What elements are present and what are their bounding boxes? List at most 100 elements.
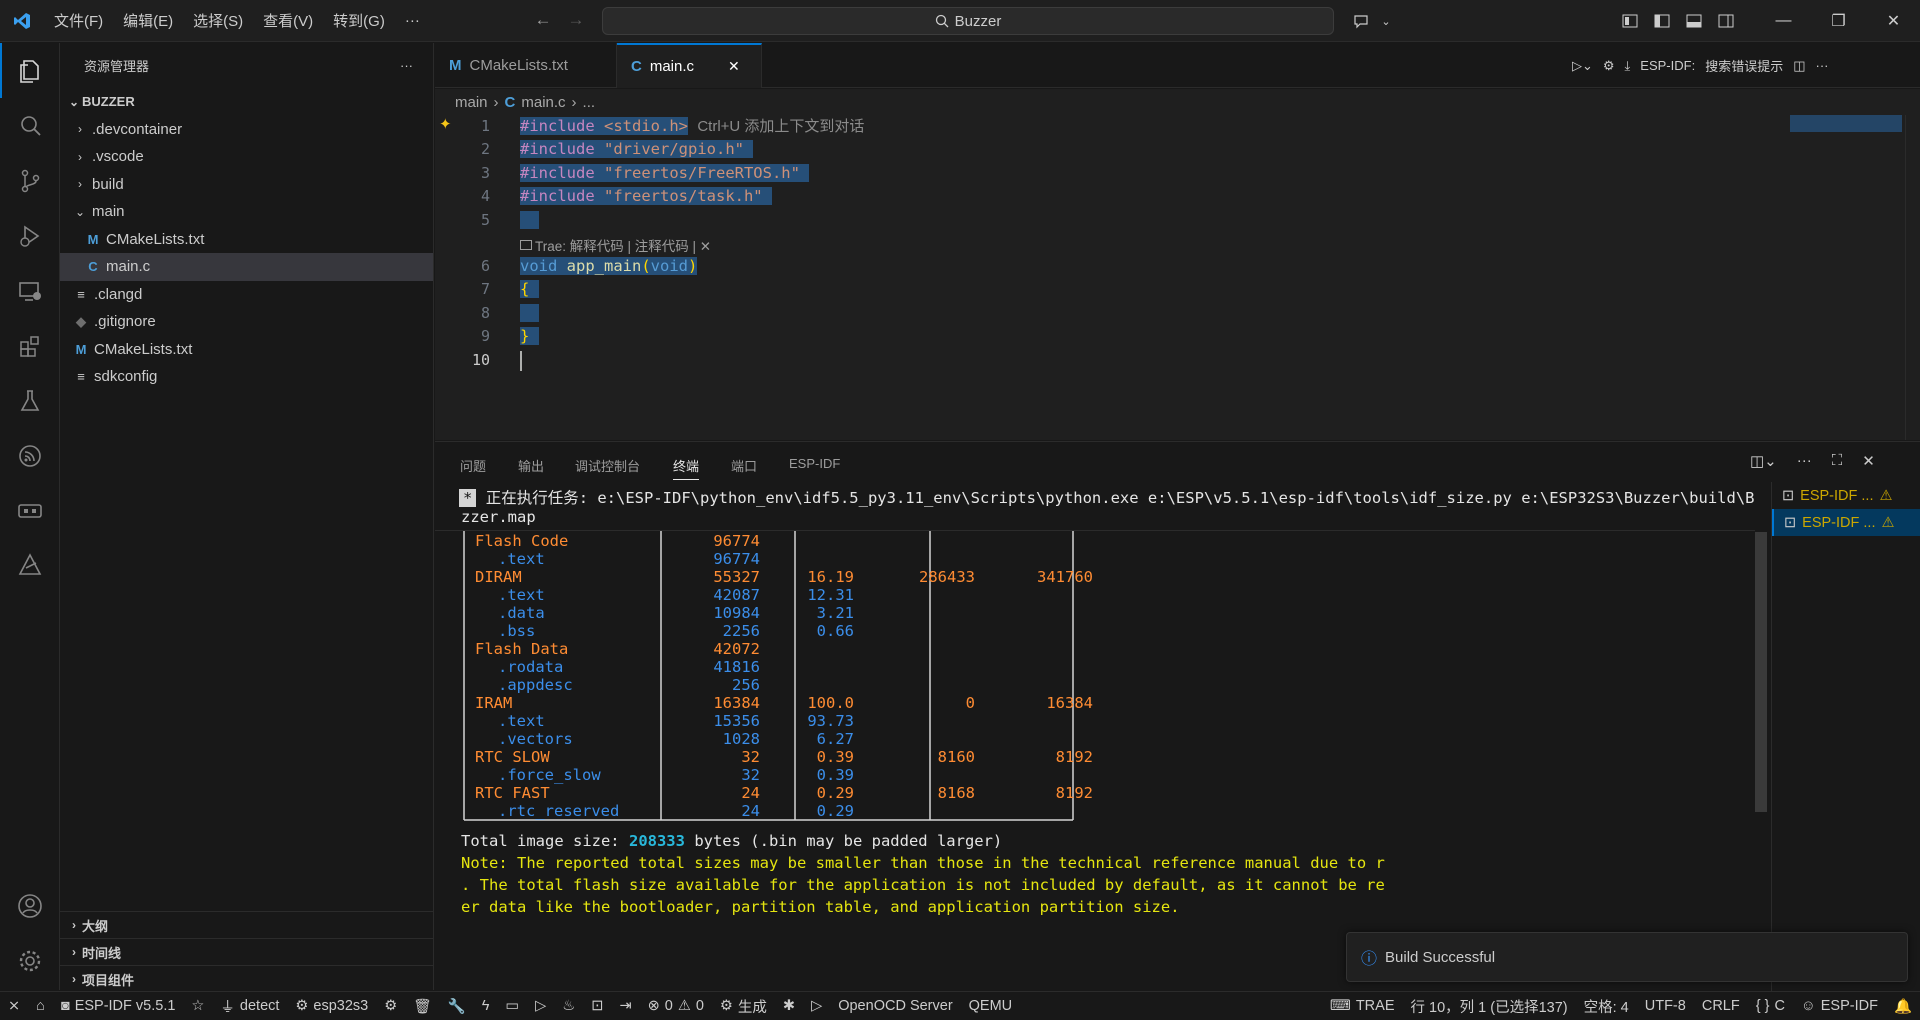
gear-icon[interactable]: ⚙ (1603, 58, 1615, 74)
timeline-section[interactable]: › 时间线 (60, 938, 434, 965)
codelens-text[interactable]: Trae: 解释代码 | 注释代码 | ✕ (535, 235, 711, 255)
explorer-icon[interactable] (0, 43, 60, 98)
menu-view[interactable]: 查看(V) (253, 10, 323, 31)
search-view-icon[interactable] (0, 98, 60, 153)
wrench-icon[interactable]: 🔧 (440, 998, 474, 1015)
breadcrumb-folder[interactable]: main (455, 94, 488, 111)
split-editor-icon[interactable]: ◫ (1793, 58, 1805, 74)
trae-icon[interactable] (0, 538, 60, 593)
openocd-server[interactable]: OpenOCD Server (830, 998, 960, 1014)
terminal-output[interactable]: * 正在执行任务: e:\ESP-IDF\python_env\idf5.5_p… (435, 482, 1755, 991)
menu-more[interactable]: ··· (395, 12, 430, 29)
search-error-hint-button[interactable]: 搜索错误提示 (1705, 56, 1783, 75)
notification-toast[interactable]: ⓘ Build Successful (1346, 932, 1908, 982)
build-button[interactable]: ⚙ 生成 (712, 996, 775, 1017)
panel-tab-ports[interactable]: 端口 (731, 456, 757, 475)
run-debug-dropdown-icon[interactable]: ▷⌄ (1572, 58, 1593, 74)
flash-icon[interactable]: ϟ (474, 998, 498, 1014)
remote-indicator-icon[interactable]: ⨯ (0, 998, 29, 1014)
editor-scrollbar[interactable] (1905, 115, 1920, 440)
source-control-icon[interactable] (0, 153, 60, 208)
panel-tab-debug-console[interactable]: 调试控制台 (575, 456, 640, 475)
toggle-panel-icon[interactable] (1678, 5, 1710, 37)
end-of-line[interactable]: CRLF (1694, 998, 1748, 1014)
toggle-secondary-sidebar-icon[interactable] (1710, 5, 1742, 37)
tab-main-c[interactable]: C main.c ✕ (617, 43, 762, 88)
minimap[interactable] (1790, 115, 1902, 132)
customize-layout-icon[interactable] (1614, 5, 1646, 37)
encoding[interactable]: UTF-8 (1637, 998, 1694, 1014)
copilot-status[interactable]: ☺ ESP-IDF (1793, 998, 1886, 1014)
panel-tab-espidf[interactable]: ESP-IDF (789, 456, 840, 471)
debug-icon[interactable]: ▷ (527, 998, 554, 1014)
forward-arrow-icon[interactable]: → (560, 10, 592, 30)
port-detect[interactable]: ⏚ detect (212, 996, 287, 1017)
command-center-search[interactable]: Buzzer (602, 7, 1334, 35)
flash-download-icon[interactable]: ⤓ (1625, 58, 1631, 74)
tree-item[interactable]: › .devcontainer (60, 116, 433, 144)
more-actions-icon[interactable]: ··· (1797, 452, 1812, 470)
indentation[interactable]: 空格: 4 (1576, 996, 1637, 1017)
terminal-list-item[interactable]: ⊡ ESP-IDF ... ⚠ (1772, 482, 1920, 509)
tab-cmakelists[interactable]: M CMakeLists.txt (435, 43, 617, 88)
breadcrumb-file[interactable]: main.c (521, 94, 565, 111)
codelens[interactable]: Trae: 解释代码 | 注释代码 | ✕ (520, 235, 711, 255)
back-arrow-icon[interactable]: ← (527, 10, 559, 30)
tree-item[interactable]: M CMakeLists.txt (60, 336, 433, 364)
chevron-down-icon[interactable]: ⌄ (1378, 5, 1394, 37)
split-terminal-icon[interactable]: ◫⌄ (1750, 452, 1777, 470)
tree-item[interactable]: ≡ sdkconfig (60, 363, 433, 391)
run-debug-icon[interactable] (0, 208, 60, 263)
breadcrumb-symbol[interactable]: ... (583, 94, 596, 111)
tree-item[interactable]: ≡ .clangd (60, 281, 433, 309)
menu-edit[interactable]: 编辑(E) (113, 10, 183, 31)
language-mode[interactable]: { } C (1748, 998, 1793, 1014)
fire-icon[interactable]: ♨ (554, 998, 583, 1014)
monitor-icon[interactable]: ▭ (497, 998, 527, 1014)
export-icon[interactable]: ⇥ (611, 998, 639, 1014)
terminal-scrollbar[interactable] (1755, 532, 1767, 812)
qemu-button[interactable]: QEMU (961, 998, 1021, 1014)
settings-icon[interactable]: ⚙ (376, 998, 405, 1014)
project-icon[interactable]: ⌂ (28, 998, 53, 1014)
bug-icon[interactable]: ✱ (775, 998, 803, 1014)
more-actions-icon[interactable]: ··· (400, 58, 413, 73)
star-icon[interactable]: ☆ (183, 998, 212, 1014)
tree-item[interactable]: Cmain.c (60, 253, 433, 281)
espidf-explorer-icon[interactable] (0, 428, 60, 483)
tree-item[interactable]: ⌄ main (60, 198, 433, 226)
minimize-icon[interactable]: — (1756, 5, 1811, 37)
menu-selection[interactable]: 选择(S) (183, 10, 253, 31)
accounts-icon[interactable] (0, 878, 60, 933)
code-editor[interactable]: ✦ 1 2 3 4 5 6 7 8 9 10 #include <stdio.h… (435, 115, 1920, 440)
menu-file[interactable]: 文件(F) (44, 10, 113, 31)
extensions-icon[interactable] (0, 318, 60, 373)
project-components-section[interactable]: › 项目组件 (60, 965, 434, 992)
device-icon[interactable] (0, 483, 60, 538)
toggle-primary-sidebar-icon[interactable] (1646, 5, 1678, 37)
trae-status[interactable]: ⌨ TRAE (1322, 998, 1403, 1014)
outline-section[interactable]: › 大纲 (60, 911, 434, 938)
notifications-bell-icon[interactable]: 🔔 (1886, 998, 1920, 1015)
copilot-chat-icon[interactable] (1346, 5, 1378, 37)
tree-item[interactable]: M CMakeLists.txt (60, 226, 433, 254)
target-chip[interactable]: ⚙ esp32s3 (287, 998, 376, 1014)
testing-icon[interactable] (0, 373, 60, 428)
restore-icon[interactable]: ❐ (1811, 5, 1866, 37)
maximize-panel-icon[interactable]: ⛶ (1832, 452, 1843, 470)
close-window-icon[interactable]: ✕ (1866, 5, 1920, 37)
remote-explorer-icon[interactable] (0, 263, 60, 318)
problems-indicator[interactable]: ⊗ 0 ⚠ 0 (640, 998, 712, 1014)
cursor-position[interactable]: 行 10，列 1 (已选择137) (1402, 996, 1575, 1017)
tree-item[interactable]: › .vscode (60, 143, 433, 171)
trash-icon[interactable]: 🗑 (405, 998, 439, 1015)
more-actions-icon[interactable]: ··· (1816, 58, 1829, 73)
menu-goto[interactable]: 转到(G) (323, 10, 395, 31)
tree-item[interactable]: › build (60, 171, 433, 199)
tree-item[interactable]: ◆ .gitignore (60, 308, 433, 336)
workspace-root[interactable]: ⌄ BUZZER (60, 88, 433, 116)
settings-gear-icon[interactable] (0, 933, 60, 988)
play-icon[interactable]: ▷ (803, 998, 830, 1014)
panel-tab-output[interactable]: 输出 (518, 456, 544, 475)
espidf-version[interactable]: ◙ ESP-IDF v5.5.1 (53, 998, 184, 1014)
